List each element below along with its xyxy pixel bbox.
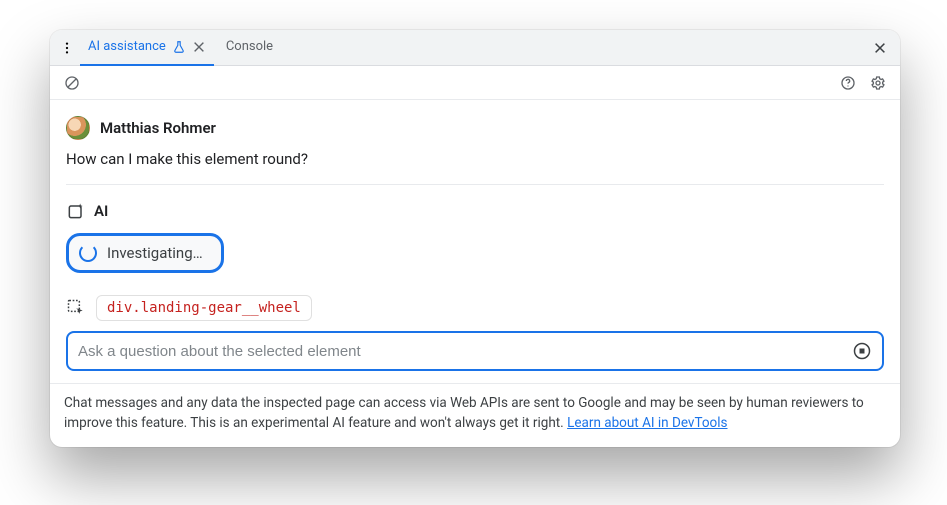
ai-label: AI bbox=[94, 202, 108, 220]
close-drawer-button[interactable] bbox=[868, 36, 892, 60]
ai-toolbar bbox=[50, 66, 900, 100]
selected-element-chip[interactable]: div.landing-gear__wheel bbox=[96, 295, 312, 321]
avatar bbox=[66, 116, 90, 140]
ai-message-header: AI bbox=[66, 201, 884, 221]
user-message: Matthias Rohmer How can I make this elem… bbox=[66, 116, 884, 168]
ai-status-text: Investigating… bbox=[107, 244, 203, 262]
prompt-input[interactable] bbox=[78, 343, 850, 360]
beaker-icon bbox=[172, 40, 186, 54]
tab-console-label: Console bbox=[226, 39, 273, 54]
element-picker-icon[interactable] bbox=[66, 298, 86, 318]
clear-chat-button[interactable] bbox=[60, 71, 84, 95]
context-row: div.landing-gear__wheel bbox=[66, 295, 884, 321]
prompt-input-row bbox=[66, 331, 884, 371]
divider bbox=[66, 184, 884, 185]
spinner-icon bbox=[79, 244, 97, 262]
settings-button[interactable] bbox=[866, 71, 890, 95]
stop-button[interactable] bbox=[850, 339, 874, 363]
disclaimer-link[interactable]: Learn about AI in DevTools bbox=[567, 415, 727, 431]
disclaimer: Chat messages and any data the inspected… bbox=[50, 383, 900, 447]
tab-strip: AI assistance Console bbox=[50, 30, 900, 66]
tab-console[interactable]: Console bbox=[218, 30, 281, 66]
tab-ai-assistance[interactable]: AI assistance bbox=[80, 30, 214, 66]
help-button[interactable] bbox=[836, 71, 860, 95]
user-name: Matthias Rohmer bbox=[100, 119, 216, 137]
devtools-panel: AI assistance Console bbox=[50, 30, 900, 447]
tab-ai-assistance-close[interactable] bbox=[192, 40, 206, 54]
ai-sparkle-icon bbox=[66, 201, 86, 221]
user-message-text: How can I make this element round? bbox=[66, 150, 884, 168]
chat-content: Matthias Rohmer How can I make this elem… bbox=[50, 100, 900, 383]
tab-ai-assistance-label: AI assistance bbox=[88, 39, 166, 54]
more-tabs-button[interactable] bbox=[58, 34, 76, 62]
disclaimer-text: Chat messages and any data the inspected… bbox=[64, 395, 864, 431]
ai-status-chip: Investigating… bbox=[66, 233, 224, 273]
